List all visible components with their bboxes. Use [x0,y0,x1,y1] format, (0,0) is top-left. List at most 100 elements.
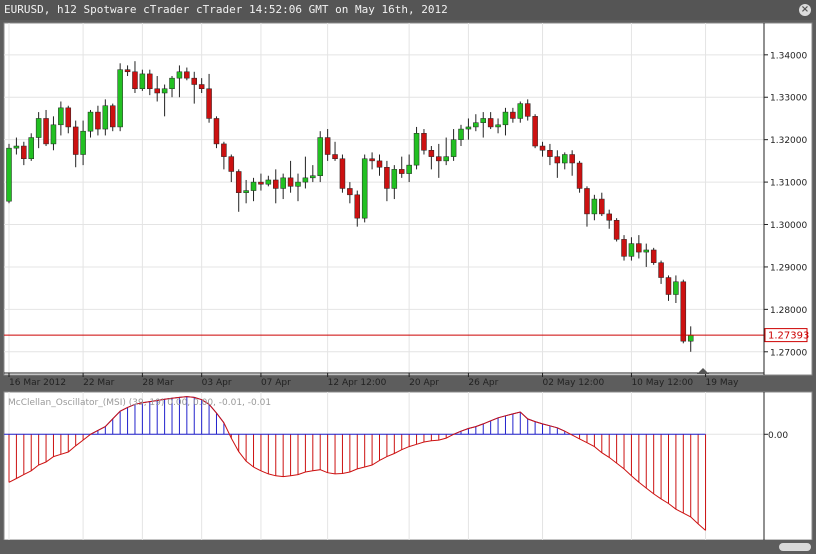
price-tick-label: 1.29000 [770,263,807,273]
time-tick-label: 20 Apr [409,378,439,388]
horizontal-scrollbar[interactable] [0,540,816,554]
candle-body-up [480,118,486,123]
title-bar[interactable]: EURUSD, h12 Spotware cTrader cTrader 14:… [0,0,816,20]
candle-body-up [117,69,123,128]
candle-body-down [72,126,79,155]
candle-body-up [687,334,694,342]
candle-body-up [310,175,316,179]
time-tick-label: 19 May [706,378,740,388]
candle-body-down [154,88,160,94]
candle-body-up [317,137,323,176]
candle-body-down [547,150,553,157]
candle-body-down [213,118,220,145]
candle-body-down [569,154,575,164]
close-icon[interactable]: × [799,4,811,16]
candle-body-up [361,158,368,219]
candle-body-up [102,105,109,130]
candle-body-up [643,249,650,253]
time-tick-label: 26 Apr [468,378,498,388]
candle-body-up [450,139,457,157]
candle-body-up [406,164,412,174]
candle-body-up [265,179,272,185]
candle-body-down [576,162,583,189]
candle-body-down [421,133,427,151]
candle-body-down [21,145,27,160]
candle-body-up [280,177,286,189]
candle-body-up [465,126,472,130]
price-tick-label: 1.30000 [770,221,807,231]
price-tick-label: 1.31000 [770,179,807,189]
price-tick-label: 1.33000 [770,94,807,104]
candle-body-down [650,249,657,263]
candle-body-down [554,156,561,164]
current-price-marker: 1.27393 [764,328,809,343]
candle-body-up [87,111,94,132]
candle-body-up [458,128,464,140]
candle-body-down [95,111,101,130]
candle-body-down [198,84,205,90]
time-tick-label: 16 Mar 2012 [9,378,66,388]
candle-body-up [161,88,168,94]
time-tick-label: 07 Apr [261,378,291,388]
candle-body-up [35,118,42,138]
price-tick-label: 1.27000 [770,348,807,358]
candle-body-down [613,220,620,240]
candle-body-down [221,143,227,157]
candle-body-down [132,71,138,90]
candle-body-down [124,69,131,73]
candle-body-up [413,133,420,166]
candle-body-up [295,181,301,187]
candle-body-down [665,277,672,295]
candle-body-down [680,281,687,342]
price-panel [3,22,813,376]
candle-body-down [273,179,279,189]
window-title: EURUSD, h12 Spotware cTrader cTrader 14:… [4,3,448,16]
candle [117,63,123,132]
time-tick-label: 10 May 12:00 [631,378,693,388]
candle-body-down [599,198,605,215]
candle [650,247,657,265]
candle-body-up [28,137,34,160]
candle-body-down [65,107,72,128]
candle [339,154,346,193]
candle-body-up [495,124,501,128]
candle-body-up [502,111,509,126]
candle [613,218,620,242]
chart-area[interactable]: 1.34000 1.33000 1.32000 1.31000 1.30000 1.290… [0,20,816,540]
candle-body-up [243,190,249,193]
candle-body-down [636,243,642,253]
candle [28,133,34,161]
candle-body-down [332,154,338,160]
scrollbar-thumb[interactable] [779,543,811,551]
candle [576,160,583,193]
candle-body-down [184,71,190,79]
time-tick-label: 12 Apr 12:00 [328,378,387,388]
candle [109,103,116,132]
candle-body-down [606,213,612,221]
time-tick-label: 02 May 12:00 [543,378,605,388]
candle-body-up [473,122,479,128]
candle-body-down [510,111,516,119]
candle-body-down [235,171,242,193]
candle-body-down [436,156,442,162]
candle [317,131,323,183]
time-tick-label: 22 Mar [83,378,115,388]
candle [413,126,420,170]
candle [532,114,538,149]
price-tick-label: 1.32000 [770,136,807,146]
price-tick-label: 1.34000 [770,51,807,61]
candle-body-up [6,147,12,202]
candle-body-down [43,118,49,145]
candle-body-up [562,154,568,164]
candle-body-down [428,150,435,157]
candle-body-down [191,77,197,85]
candle-body-up [517,103,524,119]
candle-body-down [539,145,546,151]
candle-body-down [487,118,494,128]
candle-body-down [621,239,627,257]
price-tick-label: 1.28000 [770,306,807,316]
candle-body-down [347,188,353,196]
candle-body-down [658,262,664,278]
candle-body-down [258,181,264,185]
candle-body-down [584,188,590,215]
